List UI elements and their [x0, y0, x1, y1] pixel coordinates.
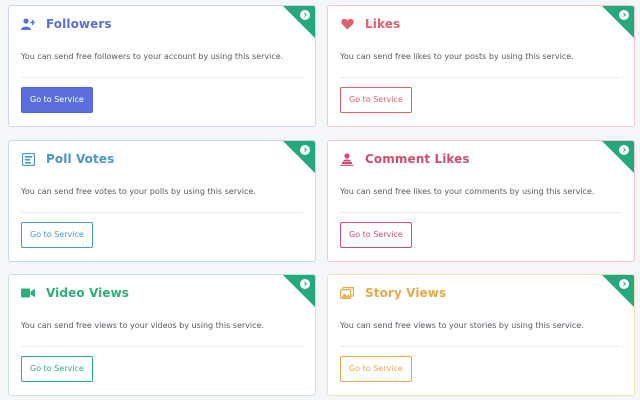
go-to-service-button[interactable]: Go to Service: [340, 356, 412, 382]
corner-ribbon: [601, 6, 634, 39]
service-card-story-views: Story Views You can send free views to y…: [327, 274, 635, 396]
check-badge-icon: [300, 279, 310, 289]
add-user-icon: [20, 16, 36, 32]
corner-ribbon: [282, 6, 315, 39]
card-description: You can send free likes to your comments…: [340, 187, 595, 196]
card-title: Poll Votes: [46, 152, 115, 166]
heart-icon: [339, 16, 355, 32]
go-to-service-button[interactable]: Go to Service: [340, 87, 412, 113]
card-description: You can send free likes to your posts by…: [340, 52, 574, 61]
story-icon: [339, 285, 355, 301]
card-description: You can send free votes to your polls by…: [21, 187, 256, 196]
check-badge-icon: [619, 10, 629, 20]
divider: [21, 212, 303, 213]
divider: [340, 212, 622, 213]
corner-ribbon: [601, 275, 634, 308]
divider: [340, 77, 622, 78]
video-icon: [20, 285, 36, 301]
go-to-service-button[interactable]: Go to Service: [21, 87, 93, 113]
card-description: You can send free views to your videos b…: [21, 321, 264, 330]
divider: [21, 346, 303, 347]
service-card-likes: Likes You can send free likes to your po…: [327, 5, 635, 127]
corner-ribbon: [282, 141, 315, 174]
card-header: Likes: [339, 16, 400, 32]
card-description: You can send free views to your stories …: [340, 321, 584, 330]
service-card-video-views: Video Views You can send free views to y…: [8, 274, 316, 396]
card-title: Video Views: [46, 286, 129, 300]
go-to-service-button[interactable]: Go to Service: [21, 356, 93, 382]
corner-ribbon: [282, 275, 315, 308]
go-to-service-button[interactable]: Go to Service: [21, 222, 93, 248]
card-header: Story Views: [339, 285, 446, 301]
card-header: Poll Votes: [20, 151, 114, 167]
card-title: Followers: [46, 17, 112, 31]
service-card-followers: Followers You can send free followers to…: [8, 5, 316, 127]
service-card-comment-likes: Comment Likes You can send free likes to…: [327, 140, 635, 262]
check-badge-icon: [300, 145, 310, 155]
service-card-poll-votes: Poll Votes You can send free votes to yo…: [8, 140, 316, 262]
divider: [21, 77, 303, 78]
poll-icon: [20, 151, 36, 167]
corner-ribbon: [601, 141, 634, 174]
card-description: You can send free followers to your acco…: [21, 52, 284, 61]
divider: [340, 346, 622, 347]
go-to-service-button[interactable]: Go to Service: [340, 222, 412, 248]
check-badge-icon: [300, 10, 310, 20]
check-badge-icon: [619, 279, 629, 289]
check-badge-icon: [619, 145, 629, 155]
card-title: Story Views: [365, 286, 447, 300]
card-header: Comment Likes: [339, 151, 470, 167]
card-header: Followers: [20, 16, 112, 32]
card-title: Comment Likes: [365, 152, 470, 166]
card-header: Video Views: [20, 285, 129, 301]
card-title: Likes: [365, 17, 401, 31]
comment-like-icon: [339, 151, 355, 167]
